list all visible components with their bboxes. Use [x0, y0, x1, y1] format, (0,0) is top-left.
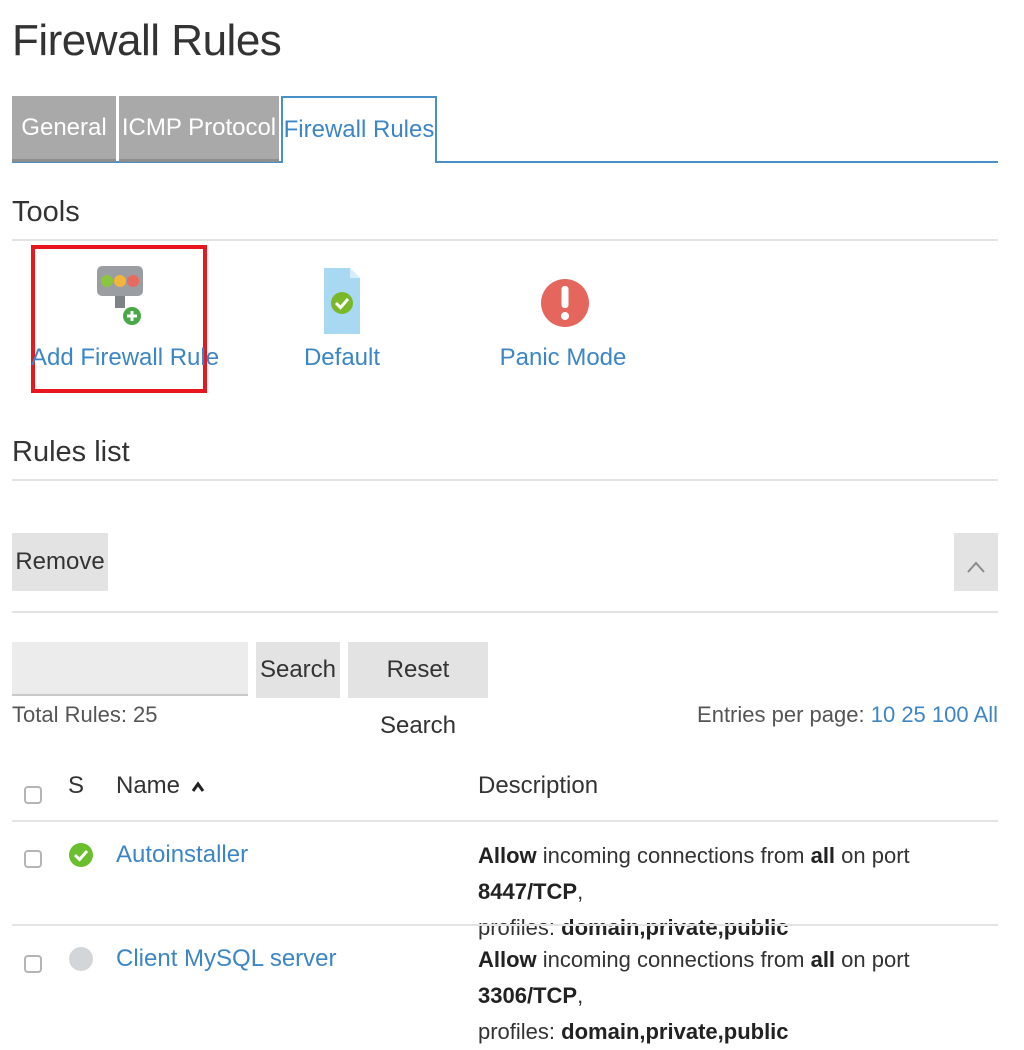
- add-firewall-rule-button[interactable]: Add Firewall Rule: [31, 262, 220, 382]
- document-check-icon: [322, 266, 362, 336]
- search-input[interactable]: [12, 642, 248, 696]
- remove-button[interactable]: Remove: [12, 533, 108, 591]
- default-button[interactable]: Default: [282, 262, 402, 382]
- toolbar-divider: [12, 611, 998, 613]
- table-header-divider: [12, 820, 998, 822]
- entries-per-page-label: Entries per page:: [697, 702, 865, 727]
- rule-name-link[interactable]: Client MySQL server: [116, 945, 337, 973]
- rule-description: Allow incoming connections from all on p…: [478, 843, 910, 940]
- row-divider: [12, 924, 998, 926]
- rules-list-divider: [12, 479, 998, 481]
- total-rules-text: Total Rules: 25: [12, 702, 158, 727]
- rule-description: Allow incoming connections from all on p…: [478, 947, 910, 1044]
- search-button[interactable]: Search: [256, 642, 340, 698]
- tools-heading: Tools: [12, 196, 80, 228]
- tab-bar: General ICMP Protocol Firewall Rules: [12, 96, 998, 163]
- panic-mode-button[interactable]: Panic Mode: [498, 262, 628, 382]
- panic-mode-label: Panic Mode: [499, 344, 627, 371]
- column-header-status: S: [68, 772, 85, 799]
- entries-per-page: Entries per page: 10 25 100 All: [697, 702, 998, 728]
- tools-divider: [12, 239, 998, 241]
- rules-list-heading: Rules list: [12, 436, 130, 468]
- column-header-description: Description: [478, 772, 599, 799]
- entries-option-100[interactable]: 100: [932, 702, 969, 727]
- tab-firewall-rules[interactable]: Firewall Rules: [281, 96, 437, 163]
- collapse-button[interactable]: [954, 533, 998, 591]
- rule-name-link[interactable]: Autoinstaller: [116, 841, 248, 869]
- tab-general[interactable]: General: [12, 96, 116, 162]
- entries-option-all[interactable]: All: [974, 702, 998, 727]
- entries-option-10[interactable]: 10: [871, 702, 895, 727]
- column-header-name-label: Name: [116, 772, 181, 799]
- exclamation-icon: [540, 266, 590, 336]
- sort-up-icon: [187, 772, 205, 799]
- select-all-checkbox[interactable]: [24, 786, 42, 804]
- row-checkbox[interactable]: [24, 955, 42, 973]
- add-firewall-rule-label: Add Firewall Rule: [31, 344, 220, 371]
- tab-icmp-protocol[interactable]: ICMP Protocol: [119, 96, 279, 162]
- status-enabled-icon: [68, 842, 94, 873]
- status-disabled-icon: [68, 946, 94, 977]
- row-checkbox[interactable]: [24, 850, 42, 868]
- entries-option-25[interactable]: 25: [901, 702, 925, 727]
- page-title: Firewall Rules: [12, 16, 282, 65]
- reset-search-button[interactable]: Reset Search: [348, 642, 488, 739]
- chevron-up-icon: [966, 553, 986, 581]
- default-label: Default: [303, 344, 381, 371]
- column-header-name[interactable]: Name: [116, 772, 205, 800]
- firewall-add-icon: [95, 264, 149, 334]
